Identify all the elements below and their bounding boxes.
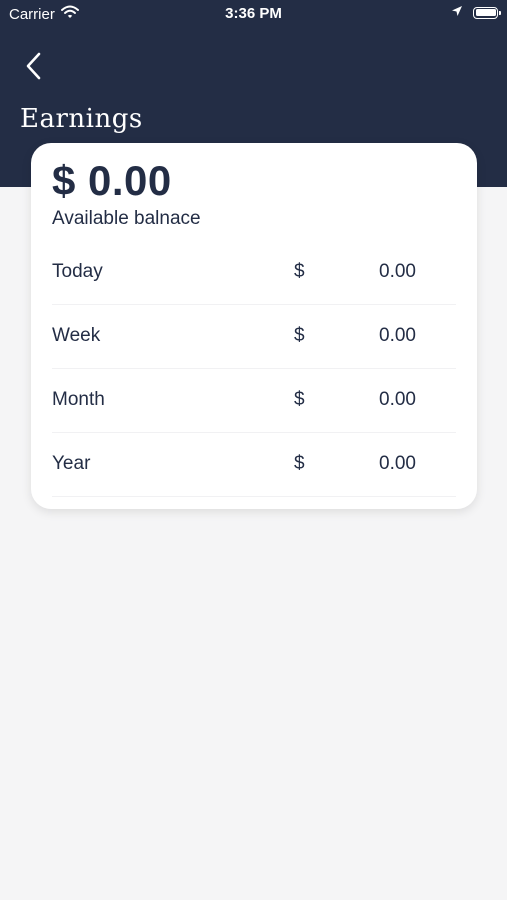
balance-label: Available balnace: [52, 208, 201, 229]
status-time: 3:36 PM: [225, 5, 282, 22]
row-currency: $: [294, 453, 305, 474]
status-bar: Carrier 3:36 PM: [0, 0, 507, 28]
row-value: 0.00: [379, 453, 416, 474]
battery-icon: [473, 6, 501, 19]
row-label: Month: [52, 389, 105, 410]
earnings-row-week: Week $ 0.00: [52, 305, 456, 369]
status-right: [451, 4, 501, 21]
row-currency: $: [294, 389, 305, 410]
row-label: Today: [52, 261, 103, 282]
row-label: Week: [52, 325, 101, 346]
page-title: Earnings: [20, 104, 143, 134]
row-currency: $: [294, 261, 305, 282]
earnings-list: Today $ 0.00 Week $ 0.00 Month $ 0.00 Ye…: [52, 241, 456, 497]
row-currency: $: [294, 325, 305, 346]
row-value: 0.00: [379, 325, 416, 346]
back-button[interactable]: [20, 48, 50, 84]
balance-amount: $ 0.00: [52, 157, 172, 204]
earnings-row-month: Month $ 0.00: [52, 369, 456, 433]
earnings-card: $ 0.00 Available balnace Today $ 0.00 We…: [31, 143, 477, 509]
earnings-row-today: Today $ 0.00: [52, 241, 456, 305]
row-value: 0.00: [379, 389, 416, 410]
chevron-left-icon: [20, 52, 50, 88]
location-icon: [451, 4, 463, 21]
row-value: 0.00: [379, 261, 416, 282]
row-label: Year: [52, 453, 91, 474]
earnings-row-year: Year $ 0.00: [52, 433, 456, 497]
